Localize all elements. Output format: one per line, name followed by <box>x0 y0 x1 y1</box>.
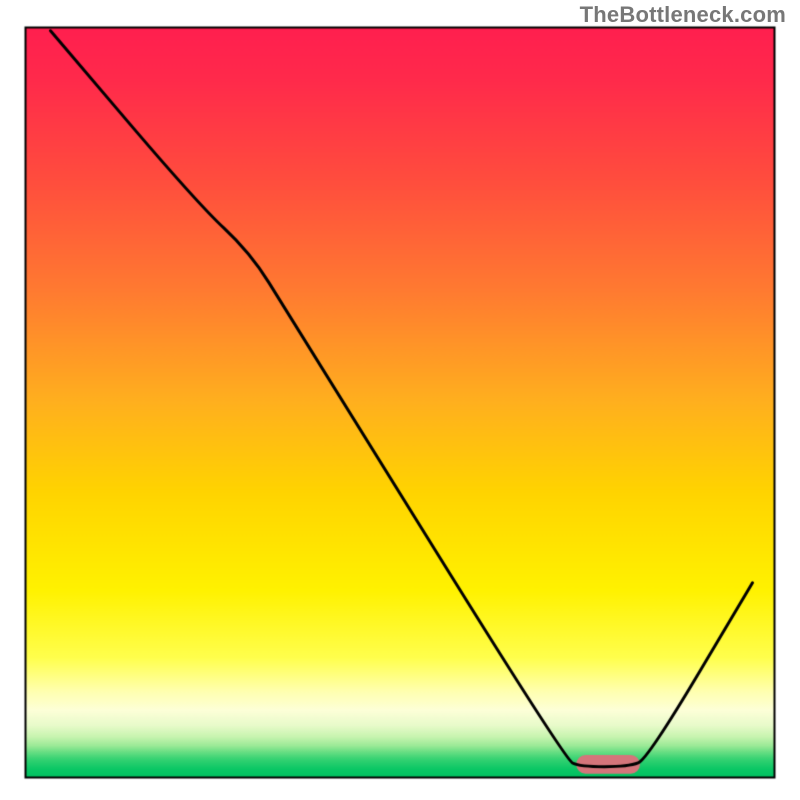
chart-canvas <box>0 0 800 800</box>
bottleneck-chart: TheBottleneck.com <box>0 0 800 800</box>
attribution-watermark: TheBottleneck.com <box>580 2 786 28</box>
